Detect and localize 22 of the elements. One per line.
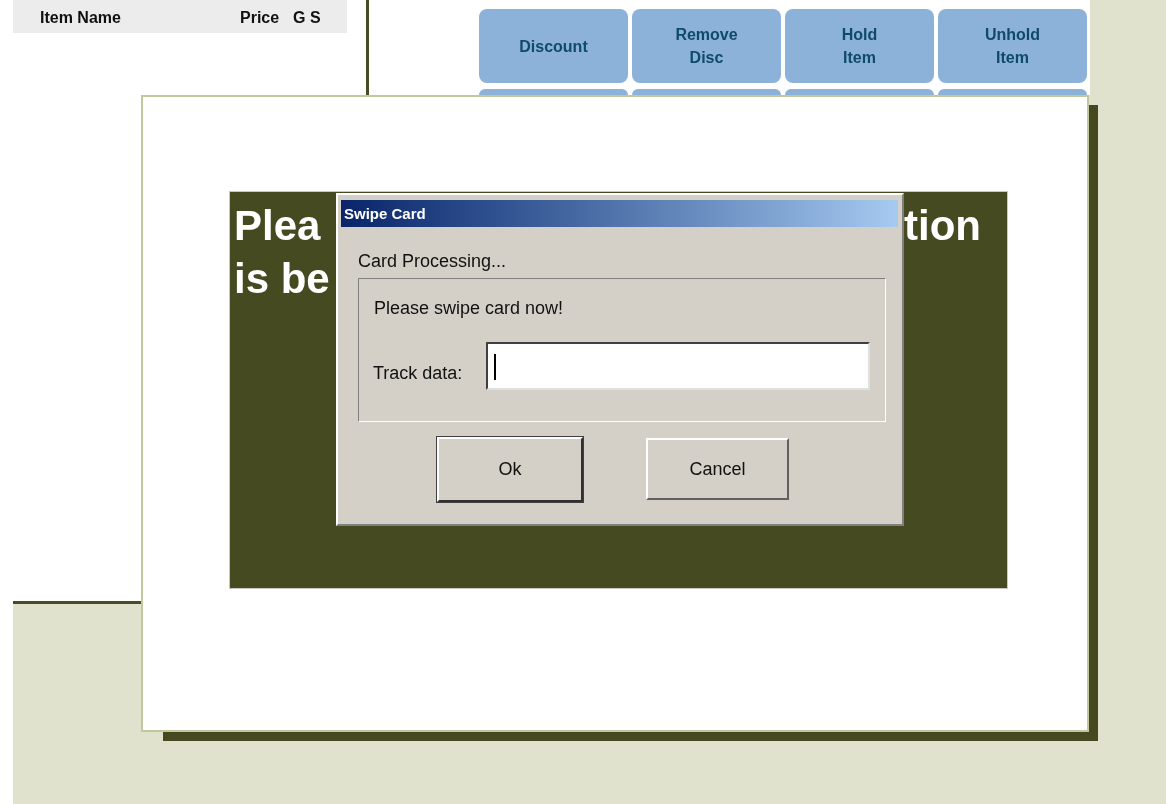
function-button[interactable]: Discount bbox=[479, 9, 628, 83]
message-text: Plea bbox=[234, 201, 321, 251]
dialog-title-bar: Swipe Card bbox=[341, 200, 898, 227]
function-button[interactable] bbox=[938, 89, 1087, 95]
column-header: Price bbox=[240, 8, 280, 28]
function-button[interactable]: Unhold Item bbox=[938, 9, 1087, 83]
function-button[interactable] bbox=[479, 89, 628, 95]
function-button[interactable]: Remove Disc bbox=[632, 9, 781, 83]
track-data-field[interactable] bbox=[486, 342, 870, 390]
function-button[interactable] bbox=[785, 89, 934, 95]
function-button[interactable]: Hold Item bbox=[785, 9, 934, 83]
text-cursor bbox=[494, 354, 496, 380]
dialog-button[interactable]: Ok bbox=[437, 437, 583, 502]
column-header: Item Name bbox=[40, 8, 121, 28]
column-header: G S bbox=[293, 8, 321, 28]
status-text: Card Processing... bbox=[358, 250, 507, 273]
function-button[interactable] bbox=[632, 89, 781, 95]
message-text: tion bbox=[904, 201, 981, 251]
field-label: Track data: bbox=[373, 362, 463, 385]
prompt-text: Please swipe card now! bbox=[374, 297, 564, 320]
message-text: is be bbox=[234, 254, 330, 304]
dialog-button[interactable]: Cancel bbox=[646, 438, 789, 500]
